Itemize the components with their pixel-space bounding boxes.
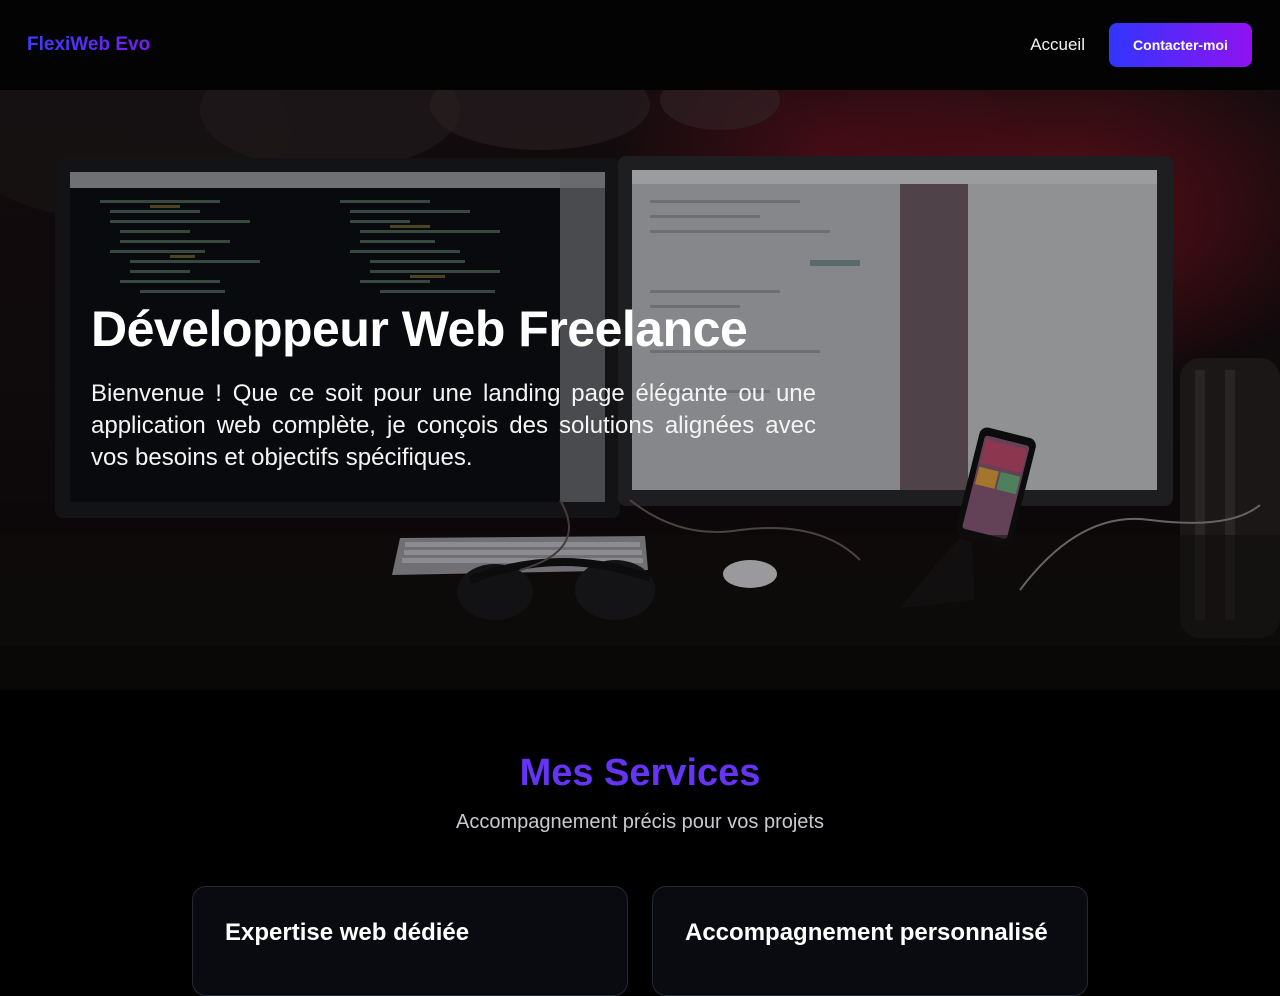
nav-link-accueil[interactable]: Accueil	[1030, 35, 1085, 55]
hero-title: Développeur Web Freelance	[91, 301, 748, 357]
services-title: Mes Services	[519, 752, 761, 794]
hero-section: Développeur Web Freelance Bienvenue ! Qu…	[0, 90, 1280, 690]
service-card-title: Accompagnement personnalisé	[685, 919, 1048, 946]
nav-menu: Accueil Contacter-moi	[1030, 23, 1252, 67]
services-subtitle: Accompagnement précis pour vos projets	[456, 811, 824, 833]
service-card: Accompagnement personnalisé	[652, 886, 1088, 996]
service-card-title: Expertise web dédiée	[225, 919, 470, 946]
services-section: Mes Services Accompagnement précis pour …	[0, 690, 1280, 996]
brand-logo-link[interactable]: FlexiWeb Evo	[27, 34, 150, 56]
hero-description: Bienvenue ! Que ce soit pour une landing…	[91, 380, 816, 471]
navbar: FlexiWeb Evo Accueil Contacter-moi	[0, 0, 1280, 90]
service-card: Expertise web dédiée	[192, 886, 628, 996]
hero-content: Développeur Web Freelance Bienvenue ! Qu…	[91, 300, 816, 474]
contact-button[interactable]: Contacter-moi	[1109, 23, 1252, 67]
